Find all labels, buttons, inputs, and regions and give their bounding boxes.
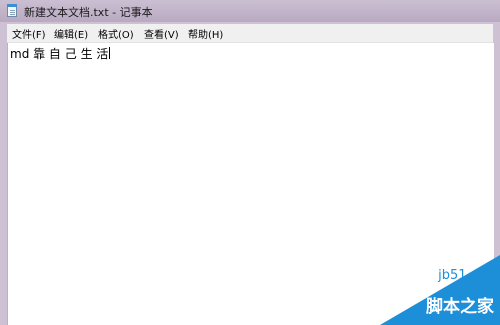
menu-view[interactable]: 查看(V) [141,26,182,41]
watermark-name: 脚本之家 [426,297,494,317]
menu-file[interactable]: 文件(F) [9,26,49,41]
menu-help[interactable]: 帮助(H) [185,26,226,41]
site-watermark: jb51.net 脚本之家 [370,253,500,325]
menu-bar: 文件(F) 编辑(E) 格式(O) 查看(V) 帮助(H) [7,24,493,43]
notepad-icon [7,4,17,17]
window-title: 新建文本文档.txt - 记事本 [24,6,153,19]
watermark-url: jb51.net [438,268,492,283]
editor-content[interactable]: md 靠 自 己 生 活 [10,45,111,62]
menu-edit[interactable]: 编辑(E) [51,26,91,41]
menu-format[interactable]: 格式(O) [95,26,137,41]
text-caret [109,47,111,59]
title-bar[interactable]: 新建文本文档.txt - 记事本 [0,0,500,22]
editor-text: md 靠 自 己 生 活 [10,47,109,61]
